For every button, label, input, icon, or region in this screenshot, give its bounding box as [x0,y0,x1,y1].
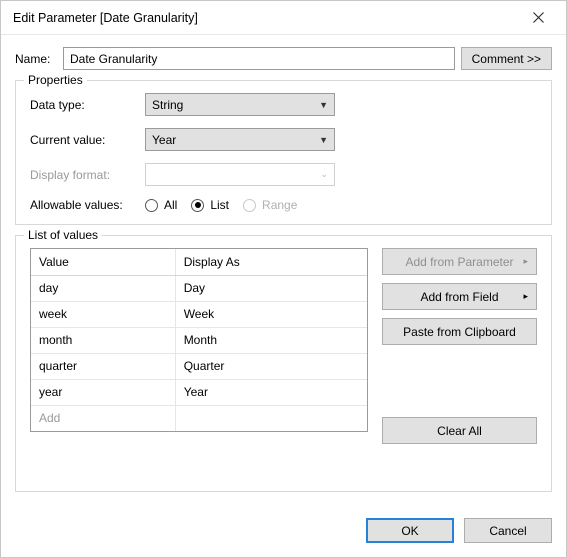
current-value-value: Year [152,133,176,147]
chevron-down-icon: ▼ [319,135,328,145]
radio-list[interactable]: List [191,198,229,212]
cell-value[interactable]: day [31,275,175,301]
add-placeholder-display[interactable] [175,405,367,431]
clear-all-button[interactable]: Clear All [382,417,537,444]
chevron-down-icon: ▼ [319,100,328,110]
table-row[interactable]: month Month [31,327,367,353]
clear-all-label: Clear All [437,424,482,438]
dialog-content: Name: Comment >> Properties Data type: S… [1,35,566,512]
table-row[interactable]: quarter Quarter [31,353,367,379]
dialog-footer: OK Cancel [1,512,566,557]
ok-label: OK [401,524,418,538]
cell-display[interactable]: Quarter [175,353,367,379]
cell-value[interactable]: year [31,379,175,405]
table-row[interactable]: year Year [31,379,367,405]
name-input[interactable] [63,47,455,70]
comment-button[interactable]: Comment >> [461,47,552,70]
display-format-label: Display format: [30,168,145,182]
values-table: Value Display As day Day week Week [31,249,367,431]
allowable-values-label: Allowable values: [30,198,145,212]
add-from-parameter-button[interactable]: Add from Parameter ▸ [382,248,537,275]
add-placeholder[interactable]: Add [31,405,175,431]
properties-fieldset: Properties Data type: String ▼ Current v… [15,80,552,225]
close-button[interactable] [518,4,558,32]
table-add-row[interactable]: Add [31,405,367,431]
properties-legend: Properties [24,73,87,87]
cell-display[interactable]: Week [175,301,367,327]
cell-value[interactable]: quarter [31,353,175,379]
chevron-down-icon: ⌄ [320,169,328,180]
display-format-select[interactable]: ⌄ [145,163,335,186]
add-from-field-label: Add from Field [420,290,498,304]
values-table-wrap: Value Display As day Day week Week [30,248,368,432]
display-format-row: Display format: ⌄ [30,163,537,186]
arrow-right-icon: ▸ [523,291,528,302]
data-type-value: String [152,98,183,112]
radio-icon [243,199,256,212]
paste-from-clipboard-label: Paste from Clipboard [403,325,516,339]
ok-button[interactable]: OK [366,518,454,543]
data-type-row: Data type: String ▼ [30,93,537,116]
data-type-label: Data type: [30,98,145,112]
radio-range-label: Range [262,198,297,212]
arrow-right-icon: ▸ [523,256,528,267]
current-value-select[interactable]: Year ▼ [145,128,335,151]
cancel-button[interactable]: Cancel [464,518,552,543]
radio-all-label: All [164,198,177,212]
list-area: Value Display As day Day week Week [30,248,537,477]
paste-from-clipboard-button[interactable]: Paste from Clipboard [382,318,537,345]
add-from-field-button[interactable]: Add from Field ▸ [382,283,537,310]
radio-icon [145,199,158,212]
table-header-row: Value Display As [31,249,367,275]
name-label: Name: [15,52,57,66]
cancel-label: Cancel [489,524,526,538]
dialog-title: Edit Parameter [Date Granularity] [13,11,518,25]
add-from-parameter-label: Add from Parameter [405,255,513,269]
radio-range: Range [243,198,297,212]
cell-display[interactable]: Day [175,275,367,301]
data-type-select[interactable]: String ▼ [145,93,335,116]
list-of-values-fieldset: List of values Value Display As day [15,235,552,492]
list-of-values-legend: List of values [24,228,102,242]
current-value-row: Current value: Year ▼ [30,128,537,151]
table-row[interactable]: day Day [31,275,367,301]
cell-value[interactable]: month [31,327,175,353]
cell-display[interactable]: Year [175,379,367,405]
list-side-buttons: Add from Parameter ▸ Add from Field ▸ Pa… [382,248,537,444]
allowable-values-row: Allowable values: All List Range [30,198,537,212]
radio-list-label: List [210,198,229,212]
allowable-values-group: All List Range [145,198,297,212]
table-row[interactable]: week Week [31,301,367,327]
cell-display[interactable]: Month [175,327,367,353]
radio-all[interactable]: All [145,198,177,212]
current-value-label: Current value: [30,133,145,147]
edit-parameter-dialog: Edit Parameter [Date Granularity] Name: … [0,0,567,558]
radio-icon [191,199,204,212]
name-row: Name: Comment >> [15,47,552,70]
comment-button-label: Comment >> [472,52,541,66]
cell-value[interactable]: week [31,301,175,327]
close-icon [533,12,544,23]
titlebar: Edit Parameter [Date Granularity] [1,1,566,35]
header-value[interactable]: Value [31,249,175,275]
header-display-as[interactable]: Display As [175,249,367,275]
